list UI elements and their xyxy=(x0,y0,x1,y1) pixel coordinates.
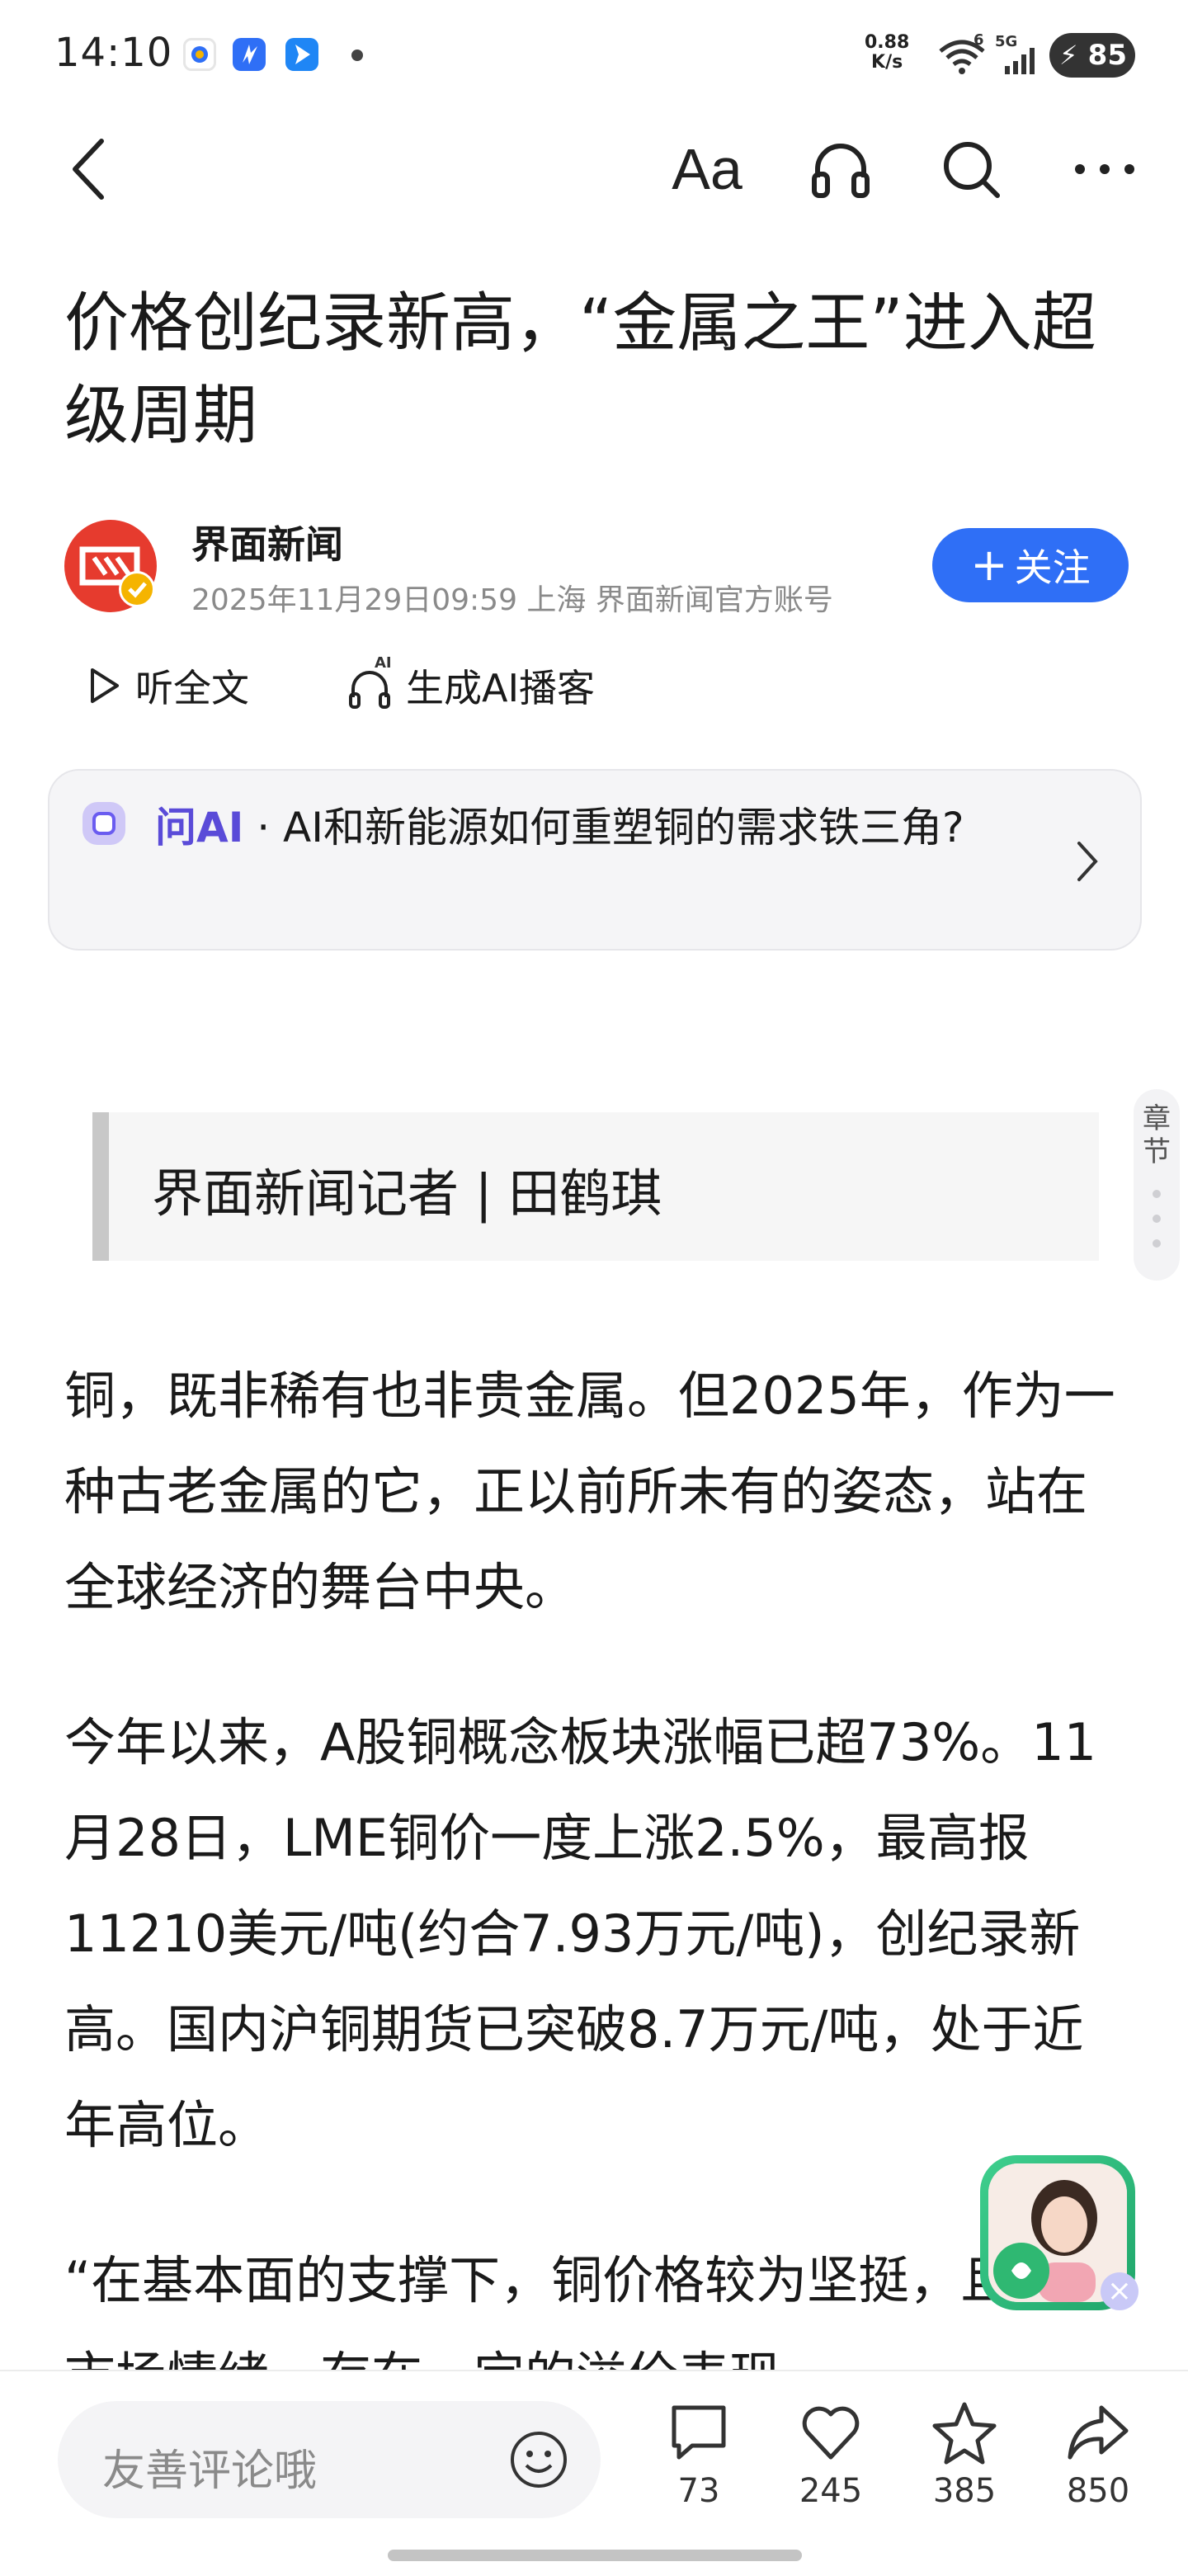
status-time: 14:10 xyxy=(54,30,173,76)
publish-meta: 2025年11月29日09:59 上海 界面新闻官方账号 xyxy=(191,583,833,617)
chapter-dot xyxy=(1153,1190,1161,1198)
like-count: 245 xyxy=(799,2472,863,2510)
charging-icon: ⚡ xyxy=(1059,40,1078,71)
article-paragraph: “在基本面的支撑下，铜价格较为坚挺，且叠加市场情绪，存在一定的溢价表现 xyxy=(64,2250,1114,2370)
network-speed-unit: K/s xyxy=(871,52,903,73)
network-speed: 0.88 K/s xyxy=(865,33,909,73)
home-indicator[interactable] xyxy=(388,2550,802,2561)
headphones-icon xyxy=(812,144,870,198)
listen-audio-button[interactable] xyxy=(804,132,878,206)
article-paragraph: 铜，既非稀有也非贵金属。但2025年，作为一种古老金属的它，正以前所未有的姿态，… xyxy=(64,1366,1115,1617)
plus-icon: + xyxy=(970,539,1008,591)
star-icon xyxy=(932,2402,997,2465)
more-options-button[interactable] xyxy=(1068,132,1142,206)
back-button[interactable] xyxy=(51,132,125,206)
article-title: 价格创纪录新高，“金属之王”进入超级周期 xyxy=(64,286,1096,453)
share-button[interactable]: 850 xyxy=(1053,2399,1143,2510)
verified-badge-icon xyxy=(119,571,155,607)
battery-indicator: ⚡ 85 xyxy=(1049,33,1135,78)
battery-level: 85 xyxy=(1087,39,1127,72)
heart-icon xyxy=(802,2406,860,2460)
chapter-navigation-tab[interactable]: 章节 xyxy=(1134,1089,1180,1281)
app-notification-icon xyxy=(285,38,318,71)
more-horizontal-icon xyxy=(1075,164,1134,174)
more-notifications-dot xyxy=(351,50,363,61)
chapter-dot xyxy=(1153,1215,1161,1223)
font-size-button[interactable]: Aa xyxy=(670,132,744,206)
chevron-right-icon xyxy=(1077,842,1098,881)
cellular-signal-icon: 5G xyxy=(995,33,1041,76)
listen-full-article-button[interactable]: 听全文 xyxy=(86,657,249,715)
article-paragraph: 今年以来，A股铜概念板块涨幅已超73%。11月28日，LME铜价一度上涨2.5%… xyxy=(64,1712,1097,2155)
comment-icon xyxy=(672,2405,726,2460)
ask-ai-question: 问AI · AI和新能源如何重塑铜的需求铁三角? xyxy=(155,794,1030,861)
emoji-icon[interactable] xyxy=(508,2429,569,2490)
search-button[interactable] xyxy=(934,132,1008,206)
byline-text: 界面新闻记者 | 田鹤琪 xyxy=(152,1163,662,1224)
search-icon xyxy=(944,142,1000,198)
app-notification-icon xyxy=(233,38,266,71)
favorite-count: 385 xyxy=(932,2472,997,2510)
ask-ai-brand: 问AI xyxy=(155,804,244,852)
wifi-icon: 6 xyxy=(937,31,987,76)
follow-button[interactable]: + 关注 xyxy=(932,528,1129,602)
bottom-action-bar: 友善评论哦 73 245 385 850 xyxy=(0,2370,1188,2576)
comment-placeholder: 友善评论哦 xyxy=(102,2446,318,2496)
comment-count: 73 xyxy=(677,2472,720,2510)
network-speed-value: 0.88 xyxy=(865,32,910,53)
generate-ai-podcast-button[interactable]: AI 生成AI播客 xyxy=(346,654,596,715)
chapter-label: 章节 xyxy=(1143,1102,1171,1168)
chevron-left-icon xyxy=(73,139,104,200)
ask-ai-question-text: · AI和新能源如何重塑铜的需求铁三角? xyxy=(243,804,964,852)
favorite-button[interactable]: 385 xyxy=(919,2399,1010,2510)
like-button[interactable]: 245 xyxy=(785,2399,876,2510)
ask-ai-card[interactable]: 问AI · AI和新能源如何重塑铜的需求铁三角? xyxy=(48,769,1142,951)
podcast-label: 生成AI播客 xyxy=(406,666,596,710)
ai-assistant-icon xyxy=(82,802,125,845)
app-notification-icon xyxy=(183,38,216,71)
ai-headphones-icon: AI xyxy=(346,654,394,710)
follow-label: 关注 xyxy=(1014,545,1091,590)
comment-input[interactable]: 友善评论哦 xyxy=(58,2401,601,2518)
chapter-dot xyxy=(1153,1239,1161,1248)
play-icon xyxy=(91,668,119,703)
close-icon: × xyxy=(1106,2274,1133,2308)
comment-button[interactable]: 73 xyxy=(653,2399,744,2510)
byline-quote-block: 界面新闻记者 | 田鹤琪 xyxy=(92,1112,1099,1261)
wifi-badge: 6 xyxy=(974,31,984,49)
close-assistant-button[interactable]: × xyxy=(1101,2272,1138,2310)
publisher-name[interactable]: 界面新闻 xyxy=(191,515,343,569)
listen-label: 听全文 xyxy=(135,666,249,710)
share-icon xyxy=(1068,2405,1129,2460)
ai-badge: AI xyxy=(375,654,392,672)
share-count: 850 xyxy=(1066,2472,1130,2510)
publisher-avatar[interactable] xyxy=(64,520,157,612)
